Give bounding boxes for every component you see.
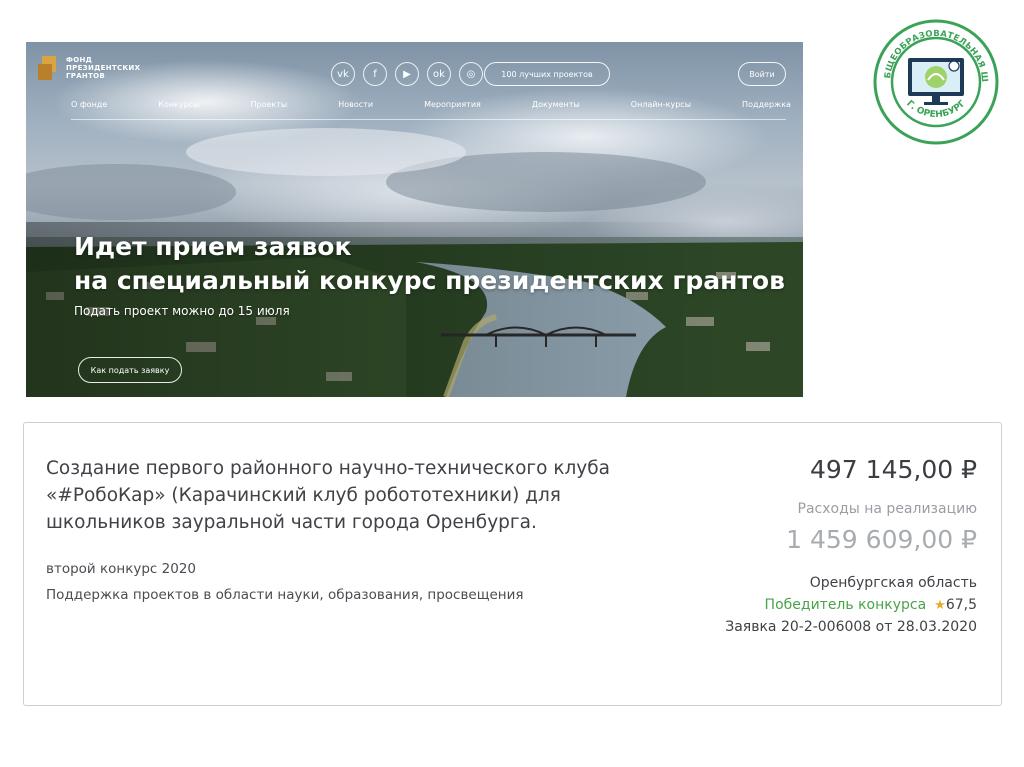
project-summary: 497 145,00 ₽ Расходы на реализацию 1 459… xyxy=(725,453,977,635)
expenses-label: Расходы на реализацию xyxy=(797,501,978,517)
contest-name: второй конкурс 2020 xyxy=(46,561,196,577)
region: Оренбургская область xyxy=(809,575,977,591)
grant-fund-banner: Фонд президентских грантов vk f ▶ ok ◎ 1… xyxy=(26,42,803,397)
school-emblem: СРЕДНЯЯ ОБЩЕОБРАЗОВАТЕЛЬНАЯ ШКОЛА №35 Г.… xyxy=(867,11,1000,146)
project-card[interactable]: Создание первого районного научно-технич… xyxy=(23,422,1002,706)
expenses-amount: 1 459 609,00 ₽ xyxy=(786,525,977,554)
banner-headline: Идет прием заявок на специальный конкурс… xyxy=(74,230,785,298)
fund-logo[interactable]: Фонд президентских грантов xyxy=(38,54,156,82)
social-links: vk f ▶ ok ◎ xyxy=(331,62,483,86)
top-100-projects-button[interactable]: 100 лучших проектов xyxy=(484,62,610,86)
status-badge: Победитель конкурса xyxy=(764,597,927,613)
nav-divider xyxy=(71,119,786,120)
nav-item-projects[interactable]: Проекты xyxy=(251,100,288,109)
main-nav: О фонде Конкурсы Проекты Новости Меропри… xyxy=(71,100,791,109)
odnoklassniki-icon[interactable]: ok xyxy=(427,62,451,86)
how-to-apply-button[interactable]: Как подать заявку xyxy=(78,357,182,383)
nav-item-about[interactable]: О фонде xyxy=(71,100,107,109)
nav-item-events[interactable]: Мероприятия xyxy=(424,100,481,109)
nav-item-support[interactable]: Поддержка xyxy=(742,100,791,109)
city-landscape-illustration xyxy=(26,128,803,397)
grant-amount: 497 145,00 ₽ xyxy=(810,455,977,484)
facebook-icon[interactable]: f xyxy=(363,62,387,86)
nav-item-documents[interactable]: Документы xyxy=(532,100,580,109)
application-number: Заявка 20-2-006008 от 28.03.2020 xyxy=(725,619,977,635)
fund-logo-icon xyxy=(38,54,60,82)
fund-logo-text: Фонд президентских грантов xyxy=(66,56,141,80)
rating-score: 67,5 xyxy=(945,597,977,613)
headline-line-2: на специальный конкурс президентских гра… xyxy=(74,266,785,295)
grant-direction: Поддержка проектов в области науки, обра… xyxy=(46,587,524,603)
nav-item-online-courses[interactable]: Онлайн-курсы xyxy=(631,100,691,109)
vk-icon[interactable]: vk xyxy=(331,62,355,86)
star-icon: ★ xyxy=(934,598,946,613)
project-title[interactable]: Создание первого районного научно-технич… xyxy=(46,455,646,536)
headline-line-1: Идет прием заявок xyxy=(74,232,352,261)
youtube-icon[interactable]: ▶ xyxy=(395,62,419,86)
login-button[interactable]: Войти xyxy=(738,62,786,86)
nav-item-contests[interactable]: Конкурсы xyxy=(158,100,199,109)
instagram-icon[interactable]: ◎ xyxy=(459,62,483,86)
banner-subline: Подать проект можно до 15 июля xyxy=(74,304,290,318)
nav-item-news[interactable]: Новости xyxy=(338,100,373,109)
status-line: Победитель конкурса ★67,5 xyxy=(725,597,977,613)
